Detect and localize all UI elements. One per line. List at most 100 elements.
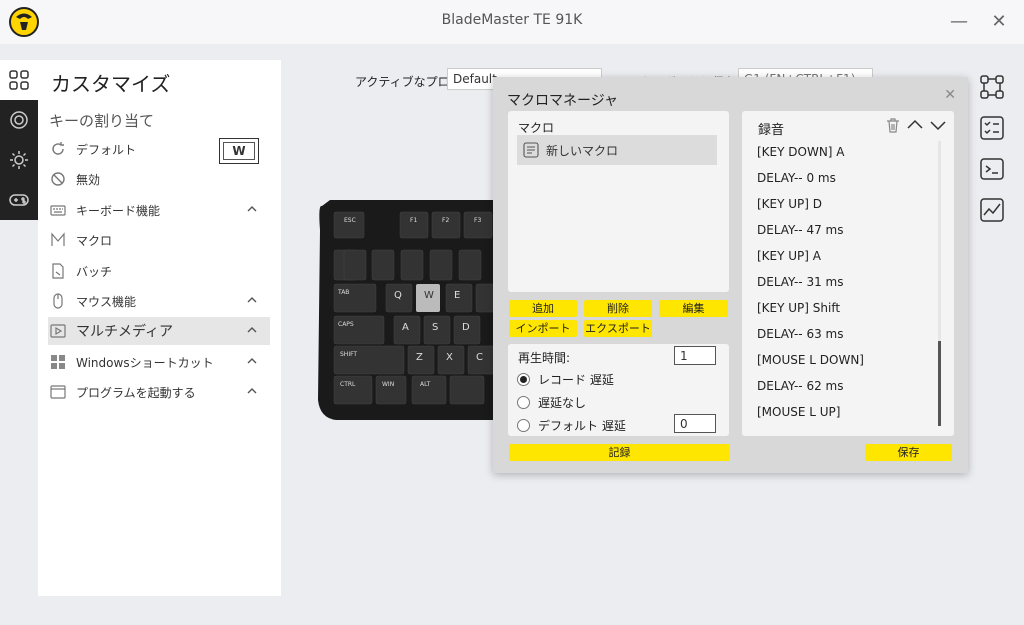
sidebar-item-label: バッチ bbox=[76, 264, 113, 279]
save-button[interactable]: 保存 bbox=[865, 444, 952, 461]
recording-scrollbar[interactable] bbox=[938, 141, 941, 426]
radio-label: レコード 遅延 bbox=[538, 373, 614, 387]
add-macro-button[interactable]: 追加 bbox=[509, 300, 577, 317]
gamepad-icon bbox=[9, 194, 29, 206]
dialog-title: マクロマネージャ bbox=[507, 93, 619, 109]
export-macro-button[interactable]: エクスポート bbox=[584, 320, 652, 337]
minimize-button[interactable]: — bbox=[947, 10, 971, 34]
move-down-icon[interactable] bbox=[929, 117, 947, 133]
radio-label: 遅延なし bbox=[538, 396, 587, 410]
recording-panel: 録音 [KEY DOWN] A DELAY-- 0 ms [KEY UP] D … bbox=[742, 111, 954, 436]
recording-event[interactable]: DELAY-- 47 ms bbox=[757, 221, 937, 247]
trash-icon[interactable] bbox=[885, 117, 901, 133]
grid-icon bbox=[9, 70, 29, 90]
sidebar-item-label: Windowsショートカット bbox=[76, 355, 214, 370]
sidebar-item-launch-program[interactable]: プログラムを起動する bbox=[48, 378, 270, 406]
mouse-icon bbox=[53, 293, 63, 309]
recording-event[interactable]: [KEY DOWN] A bbox=[757, 143, 937, 169]
customize-mode-button[interactable] bbox=[0, 60, 38, 100]
svg-text:ESC: ESC bbox=[344, 217, 356, 224]
sidebar-item-label: プログラムを起動する bbox=[76, 385, 196, 400]
sidebar-item-default[interactable]: デフォルト bbox=[48, 135, 270, 163]
sidebar-item-macro[interactable]: マクロ bbox=[48, 226, 270, 254]
move-up-icon[interactable] bbox=[906, 117, 924, 133]
chevron-up-icon[interactable] bbox=[246, 203, 258, 215]
recording-event[interactable]: [MOUSE L DOWN] bbox=[757, 351, 937, 377]
svg-text:CTRL: CTRL bbox=[340, 381, 356, 388]
delete-macro-button[interactable]: 削除 bbox=[584, 300, 652, 317]
macro-icon bbox=[51, 232, 65, 246]
import-macro-button[interactable]: インポート bbox=[509, 320, 577, 337]
sidebar-item-label: マウス機能 bbox=[76, 294, 137, 309]
default-delay-radio[interactable]: デフォルト 遅延 bbox=[517, 417, 626, 434]
disable-icon bbox=[51, 172, 65, 186]
sidebar-item-label: マクロ bbox=[76, 233, 113, 248]
sidebar-item-keyboard-functions[interactable]: キーボード機能 bbox=[48, 196, 270, 224]
sidebar-title: カスタマイズ bbox=[51, 72, 171, 96]
batch-icon bbox=[52, 263, 64, 279]
macro-list-panel: マクロ 新しいマクロ bbox=[508, 111, 729, 292]
macro-list-item[interactable]: 新しいマクロ bbox=[517, 135, 717, 165]
svg-text:F1: F1 bbox=[410, 217, 417, 224]
terminal-button[interactable] bbox=[976, 154, 1008, 184]
keyboard-image: ESC F1 F2 F3 TAB Q W E CAPS A S D SHIFT Z X C CTRL WI… bbox=[318, 200, 496, 420]
sun-icon bbox=[10, 151, 28, 169]
edit-macro-button[interactable]: 編集 bbox=[659, 300, 728, 317]
radio-label: デフォルト 遅延 bbox=[538, 419, 626, 433]
recording-event-list: [KEY DOWN] A DELAY-- 0 ms [KEY UP] D DEL… bbox=[757, 143, 937, 429]
recording-event[interactable]: DELAY-- 63 ms bbox=[757, 325, 937, 351]
sidebar-item-mouse-functions[interactable]: マウス機能 bbox=[48, 287, 270, 315]
chart-icon bbox=[980, 198, 1004, 222]
lighting-mode-button[interactable] bbox=[0, 140, 38, 180]
scrollbar-thumb[interactable] bbox=[938, 341, 941, 426]
recording-event[interactable]: [KEY UP] D bbox=[757, 195, 937, 221]
key-esc bbox=[333, 211, 365, 239]
sidebar-item-multimedia[interactable]: マルチメディア bbox=[48, 317, 270, 345]
key-assign-heading: キーの割り当て bbox=[49, 112, 155, 130]
stats-button[interactable] bbox=[976, 195, 1008, 225]
svg-text:D: D bbox=[462, 322, 470, 333]
radio-dot bbox=[517, 373, 530, 386]
playback-count-input[interactable]: 1 bbox=[674, 346, 716, 365]
sidebar-item-windows-shortcuts[interactable]: Windowsショートカット bbox=[48, 348, 270, 376]
chevron-up-icon[interactable] bbox=[246, 385, 258, 397]
recording-event[interactable]: DELAY-- 62 ms bbox=[757, 377, 937, 403]
dialog-close-button[interactable]: ✕ bbox=[944, 87, 956, 103]
svg-text:Q: Q bbox=[394, 290, 402, 301]
macro-file-icon bbox=[523, 142, 539, 158]
svg-text:E: E bbox=[454, 290, 460, 301]
svg-text:CAPS: CAPS bbox=[338, 321, 354, 328]
no-delay-radio[interactable]: 遅延なし bbox=[517, 394, 586, 411]
close-button[interactable]: ✕ bbox=[987, 10, 1011, 34]
chevron-up-icon[interactable] bbox=[246, 294, 258, 306]
recording-event[interactable]: DELAY-- 31 ms bbox=[757, 273, 937, 299]
checklist-button[interactable] bbox=[976, 113, 1008, 143]
recording-event[interactable]: [KEY UP] Shift bbox=[757, 299, 937, 325]
key-map-button[interactable] bbox=[976, 72, 1008, 102]
performance-mode-button[interactable] bbox=[0, 100, 38, 140]
svg-text:SHIFT: SHIFT bbox=[340, 351, 357, 358]
nodes-icon bbox=[980, 75, 1004, 99]
record-button[interactable]: 記録 bbox=[509, 444, 730, 461]
customize-sidebar: カスタマイズ キーの割り当て W デフォルト 無効 キーボード機能 マクロ バッ… bbox=[38, 60, 281, 596]
sidebar-item-label: マルチメディア bbox=[76, 324, 174, 340]
program-icon bbox=[50, 385, 66, 399]
sidebar-item-label: 無効 bbox=[76, 172, 101, 187]
record-delay-radio[interactable]: レコード 遅延 bbox=[517, 371, 614, 388]
checklist-icon bbox=[980, 116, 1004, 140]
svg-text:TAB: TAB bbox=[337, 289, 349, 296]
playback-count-label: 再生時間: bbox=[518, 351, 571, 365]
window-title: BladeMaster TE 91K bbox=[441, 12, 583, 28]
sidebar-item-batch[interactable]: バッチ bbox=[48, 257, 270, 285]
game-mode-button[interactable] bbox=[0, 180, 38, 220]
mode-icon-bar bbox=[0, 60, 38, 220]
macro-panel-title: マクロ bbox=[518, 121, 555, 135]
recording-event[interactable]: [MOUSE L UP] bbox=[757, 403, 937, 429]
recording-event[interactable]: DELAY-- 0 ms bbox=[757, 169, 937, 195]
default-delay-input[interactable]: 0 bbox=[674, 414, 716, 433]
chevron-up-icon[interactable] bbox=[246, 355, 258, 367]
chevron-up-icon[interactable] bbox=[246, 324, 258, 336]
recording-event[interactable]: [KEY UP] A bbox=[757, 247, 937, 273]
svg-text:A: A bbox=[402, 322, 409, 333]
sidebar-item-disable[interactable]: 無効 bbox=[48, 165, 270, 193]
